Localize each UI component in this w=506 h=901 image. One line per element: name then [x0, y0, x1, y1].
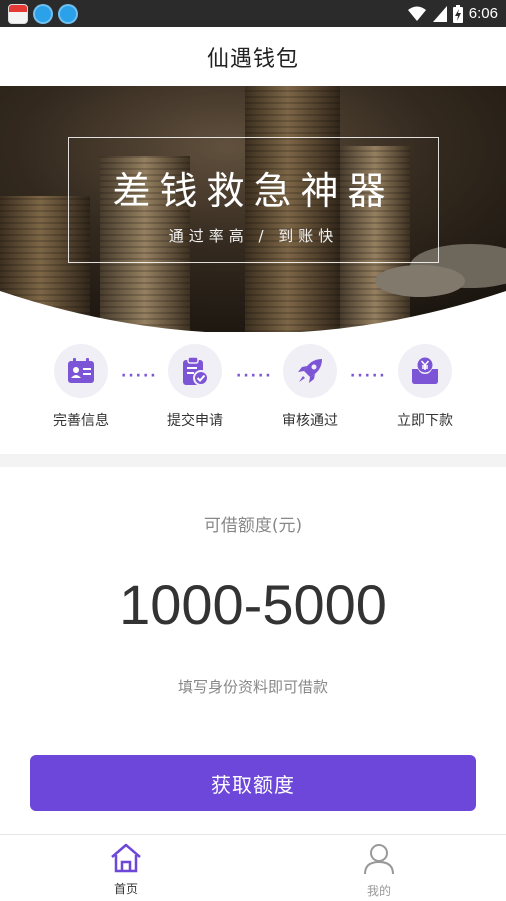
- step-label: 完善信息: [53, 413, 109, 429]
- get-limit-button[interactable]: 获取额度: [30, 755, 476, 811]
- step-icon-circle: [168, 344, 222, 398]
- tab-label: 我的: [366, 884, 391, 898]
- wifi-icon: [407, 6, 426, 21]
- rocket-icon: [298, 359, 322, 383]
- notification-icons: [8, 4, 78, 24]
- step-label: 审核通过: [282, 413, 338, 429]
- step-icon-circle: [398, 344, 452, 398]
- loan-hint: 填写身份资料即可借款: [177, 678, 328, 696]
- step-instant-payout: 立即下款: [385, 344, 465, 430]
- bottom-tab-bar: 首页 我的: [0, 834, 506, 901]
- clipboard-check-icon: [183, 356, 209, 386]
- promo-banner[interactable]: 差钱救急神器 通过率高 / 到账快: [0, 86, 506, 332]
- tab-label: 首页: [113, 882, 138, 896]
- banner-title: 差钱救急神器: [112, 169, 395, 213]
- loan-limit-label: 可借额度(元): [203, 516, 303, 536]
- page-title: 仙遇钱包: [206, 46, 299, 72]
- step-submit-application: 提交申请: [155, 344, 235, 430]
- battery-icon: [452, 4, 463, 23]
- banner-frame: 差钱救急神器 通过率高 / 到账快: [68, 137, 439, 263]
- step-connector: ·····: [350, 368, 387, 384]
- section-divider: [0, 454, 506, 467]
- step-complete-info: 完善信息: [41, 344, 121, 430]
- calendar-app-icon: [8, 4, 28, 24]
- step-icon-circle: [54, 344, 108, 398]
- user-icon: [364, 844, 394, 875]
- step-label: 立即下款: [397, 413, 453, 429]
- app-header: 仙遇钱包: [0, 27, 506, 86]
- browser-app-icon: [58, 4, 78, 24]
- banner-subtitle: 通过率高 / 到账快: [168, 227, 339, 245]
- process-steps: 完善信息 ····· 提交申请 ····· 审核通过 ····· 立即下款: [0, 332, 506, 454]
- yuan-inbox-icon: [412, 357, 438, 384]
- id-card-icon: [68, 358, 94, 383]
- step-icon-circle: [283, 344, 337, 398]
- clock: 6:06: [468, 5, 498, 22]
- step-connector: ·····: [236, 368, 273, 384]
- home-icon: [111, 843, 141, 873]
- tab-mine[interactable]: 我的: [339, 843, 419, 899]
- step-connector: ·····: [121, 368, 158, 384]
- status-bar: 6:06: [0, 0, 506, 27]
- browser-app-icon: [33, 4, 53, 24]
- tab-home[interactable]: 首页: [86, 843, 166, 897]
- loan-limit-amount: 1000-5000: [119, 573, 387, 636]
- signal-icon: [432, 5, 447, 22]
- step-label: 提交申请: [167, 413, 223, 429]
- step-review-passed: 审核通过: [270, 344, 350, 430]
